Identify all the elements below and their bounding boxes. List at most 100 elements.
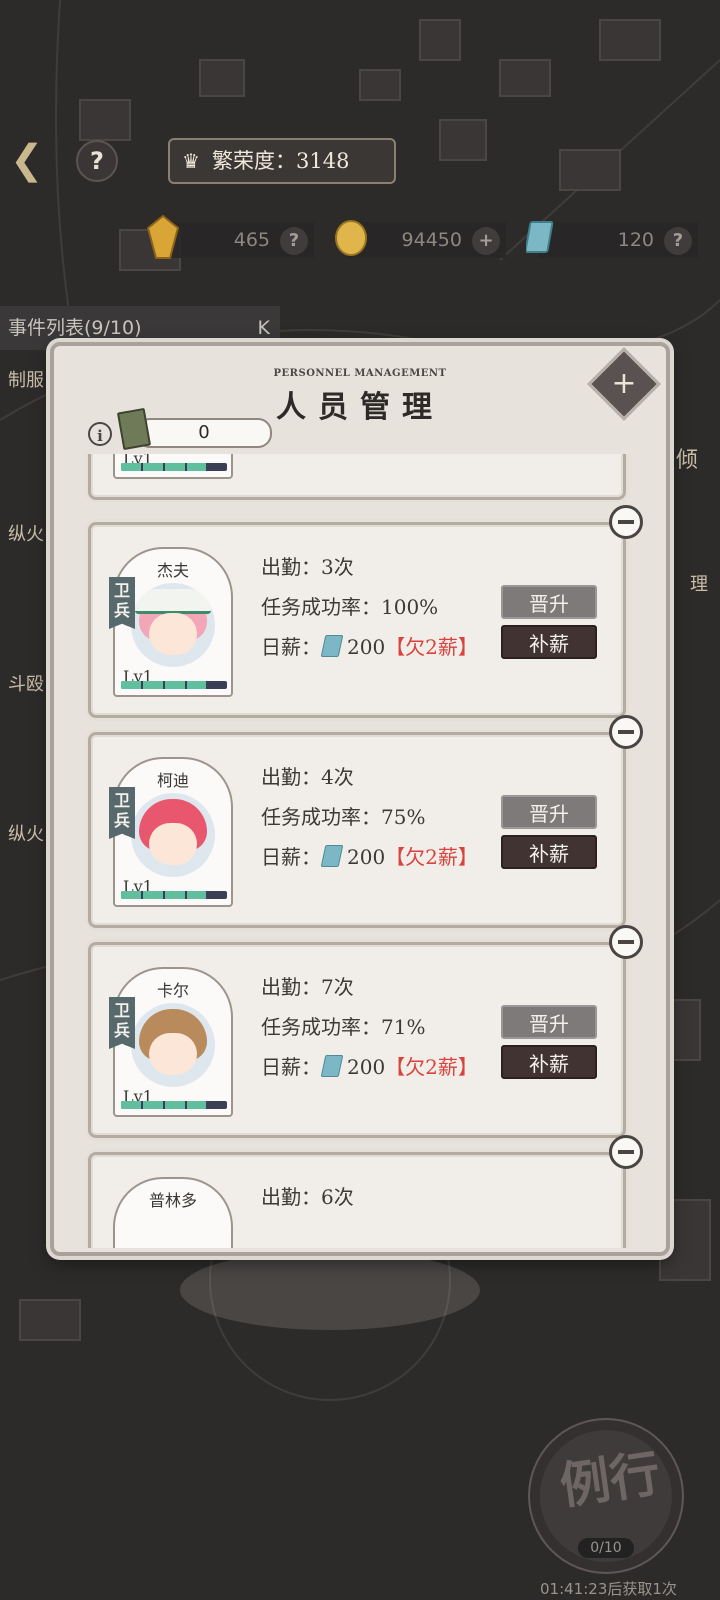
success-rate-stat: 任务成功率：71%	[261, 1011, 425, 1040]
attendance-value: 7次	[321, 975, 354, 999]
xp-bar	[121, 681, 227, 689]
success-value: 75%	[381, 805, 426, 829]
ticket-icon	[320, 1055, 344, 1077]
attendance-value: 4次	[321, 765, 354, 789]
remove-button[interactable]	[609, 715, 643, 749]
back-arrow-icon[interactable]: ❮	[10, 140, 54, 180]
personnel-name: 普林多	[148, 1191, 197, 1210]
success-label: 任务成功率：	[261, 1015, 381, 1039]
portrait: 卡尔 卫兵 Lv1	[109, 967, 233, 1117]
personnel-list[interactable]: Lv1 杰夫 卫兵 Lv1 出勤：3次 任务成功率：100% 日薪： 200【欠2…	[72, 454, 656, 1248]
salary-label: 日薪：	[261, 635, 321, 659]
salary-stat: 日薪： 200【欠2薪】	[261, 841, 478, 870]
xp-fill	[121, 681, 206, 689]
pay-salary-button[interactable]: 补薪	[501, 1045, 597, 1079]
xp-bar	[121, 463, 227, 471]
attendance-value: 6次	[321, 1185, 354, 1209]
attendance-stat: 出勤：3次	[261, 551, 354, 580]
success-value: 71%	[381, 1015, 426, 1039]
salary-value: 200	[347, 1055, 386, 1079]
portrait: 柯迪 卫兵 Lv1	[109, 757, 233, 907]
event-label: 纵火	[8, 524, 44, 545]
success-rate-stat: 任务成功率：75%	[261, 801, 425, 830]
xp-bar	[121, 1101, 227, 1109]
event-label: 制服	[8, 370, 44, 391]
gold-add-button[interactable]: +	[472, 226, 500, 255]
promote-button[interactable]: 晋升	[501, 795, 597, 829]
personnel-panel: PERSONNEL MANAGEMENT 人员管理 + i 0 Lv1 杰夫 卫…	[50, 342, 670, 1256]
attendance-stat: 出勤：4次	[261, 761, 354, 790]
portrait: 普林多	[113, 1177, 233, 1248]
ticket-help-button[interactable]: ?	[664, 226, 692, 255]
resource-gold: 94450 +	[335, 220, 506, 258]
book-count: 0	[136, 418, 272, 448]
xp-bar	[121, 891, 227, 899]
face	[149, 823, 197, 865]
gem-icon	[146, 214, 180, 259]
ticket-icon	[320, 635, 344, 657]
routine-countdown: 01:41:23后获取1次	[540, 1580, 677, 1598]
personnel-card: Lv1	[88, 454, 626, 500]
remove-button[interactable]	[609, 1135, 643, 1169]
gold-value: 94450	[401, 229, 462, 251]
panel-subtitle: PERSONNEL MANAGEMENT	[273, 368, 447, 379]
avatar	[131, 793, 215, 877]
promote-button[interactable]: 晋升	[501, 1005, 597, 1039]
gem-help-button[interactable]: ?	[280, 226, 308, 255]
event-list-title: 事件列表(9/10)	[8, 317, 142, 339]
xp-fill	[121, 891, 206, 899]
crown-icon: ♛	[182, 149, 200, 173]
remove-button[interactable]	[609, 505, 643, 539]
info-icon[interactable]: i	[88, 422, 112, 446]
personnel-card: 柯迪 卫兵 Lv1 出勤：4次 任务成功率：75% 日薪： 200【欠2薪】 晋升…	[88, 715, 643, 928]
personnel-card: 普林多 出勤：6次	[88, 1135, 643, 1248]
xp-fill	[121, 1101, 206, 1109]
salary-value: 200	[347, 845, 386, 869]
face	[149, 613, 197, 655]
owed-salary: 【欠2薪】	[385, 635, 478, 659]
event-label: 纵火	[8, 824, 44, 845]
role-badge: 卫兵	[109, 577, 135, 629]
avatar	[131, 583, 215, 667]
salary-label: 日薪：	[261, 1055, 321, 1079]
role-badge: 卫兵	[109, 787, 135, 839]
avatar	[131, 1003, 215, 1087]
salary-value: 200	[347, 635, 386, 659]
routine-button[interactable]: 例行 0/10	[528, 1418, 684, 1574]
remove-button[interactable]	[609, 925, 643, 959]
routine-count: 0/10	[578, 1538, 634, 1558]
portrait: Lv1	[113, 454, 233, 479]
face	[149, 1033, 197, 1075]
salary-stat: 日薪： 200【欠2薪】	[261, 631, 478, 660]
role-badge: 卫兵	[109, 997, 135, 1049]
side-label: 理	[690, 574, 708, 595]
attendance-label: 出勤：	[261, 555, 321, 579]
ticket-icon	[526, 221, 554, 253]
attendance-value: 3次	[321, 555, 354, 579]
prosperity-value: 繁荣度：3148	[212, 149, 350, 173]
attendance-label: 出勤：	[261, 765, 321, 789]
personnel-card: 卡尔 卫兵 Lv1 出勤：7次 任务成功率：71% 日薪： 200【欠2薪】 晋升…	[88, 925, 643, 1138]
attendance-label: 出勤：	[261, 1185, 321, 1209]
owed-salary: 【欠2薪】	[385, 845, 478, 869]
attendance-stat: 出勤：7次	[261, 971, 354, 1000]
ticket-icon	[320, 845, 344, 867]
success-value: 100%	[381, 595, 439, 619]
personnel-card: 杰夫 卫兵 Lv1 出勤：3次 任务成功率：100% 日薪： 200【欠2薪】 晋…	[88, 505, 643, 718]
salary-stat: 日薪： 200【欠2薪】	[261, 1051, 478, 1080]
close-icon: +	[611, 366, 637, 401]
owed-salary: 【欠2薪】	[385, 1055, 478, 1079]
resource-ticket: 120?	[526, 221, 698, 258]
event-label: 斗殴	[8, 674, 44, 695]
pay-salary-button[interactable]: 补薪	[501, 835, 597, 869]
routine-label: 例行	[556, 1443, 664, 1516]
top-hud: ❮ ? ♛ 繁荣度：3148 465? 94450 + 120?	[0, 0, 720, 300]
portrait: 杰夫 卫兵 Lv1	[109, 547, 233, 697]
help-button[interactable]: ?	[76, 140, 118, 182]
promote-button[interactable]: 晋升	[501, 585, 597, 619]
attendance-stat: 出勤：6次	[261, 1181, 354, 1210]
resource-gem: 465?	[146, 214, 314, 259]
salary-label: 日薪：	[261, 845, 321, 869]
pay-salary-button[interactable]: 补薪	[501, 625, 597, 659]
gold-coin-icon	[335, 220, 367, 256]
